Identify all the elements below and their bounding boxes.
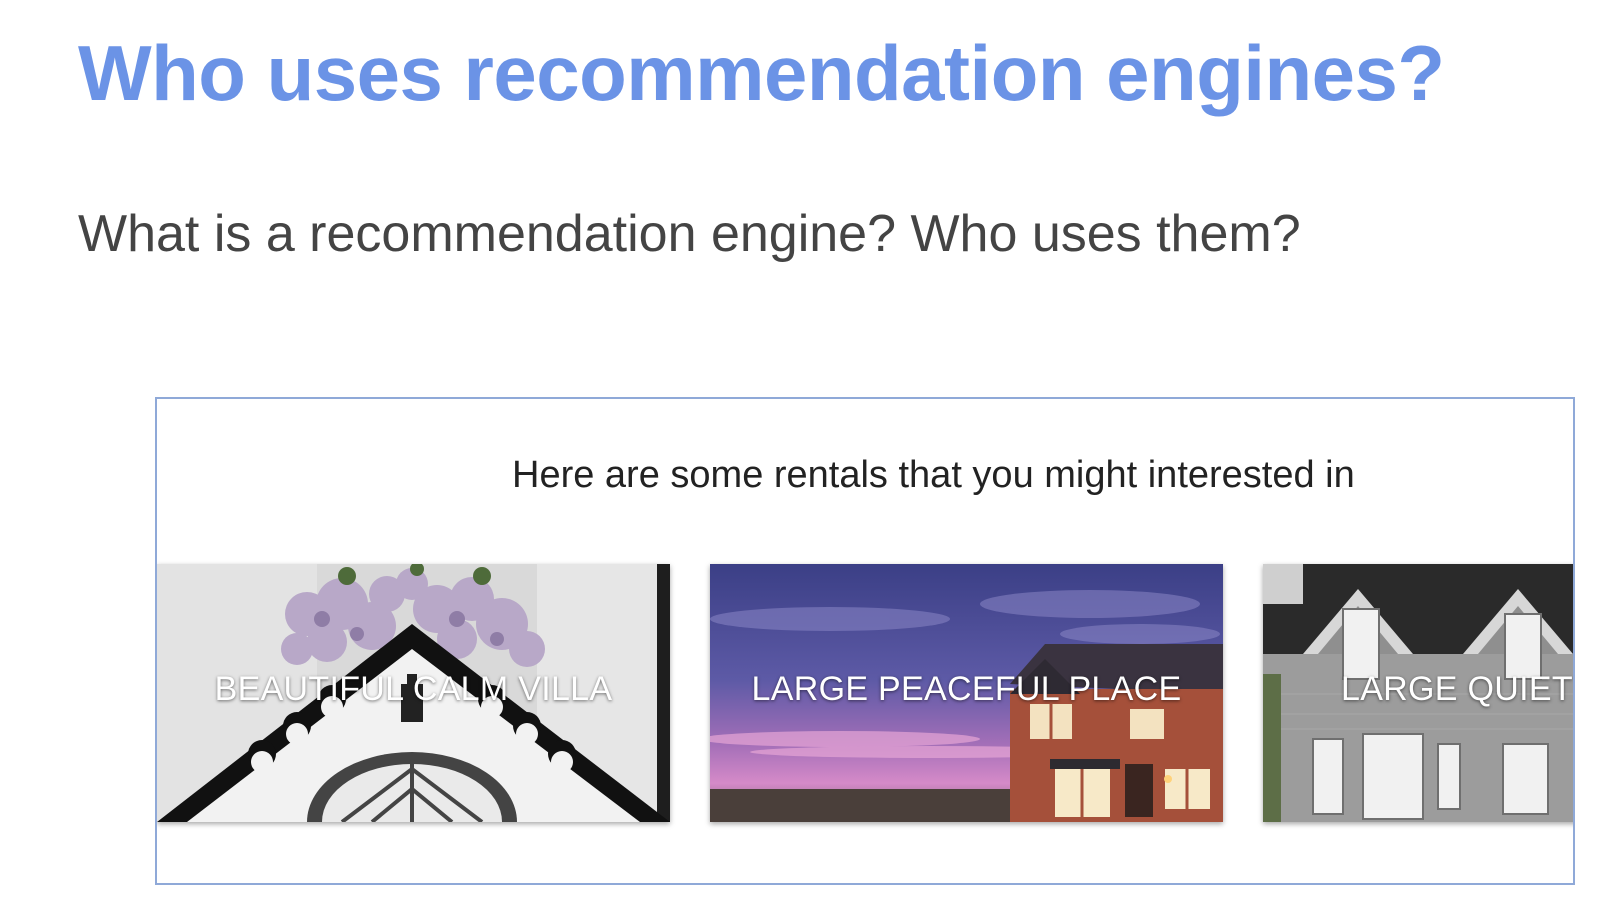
slide-subtitle: What is a recommendation engine? Who use… xyxy=(78,205,1301,263)
rental-card-label: LARGE PEACEFUL PLACE xyxy=(751,670,1182,708)
rental-card-label: BEAUTIFUL CALM VILLA xyxy=(214,670,613,708)
rental-card-large-quiet[interactable]: LARGE QUIET xyxy=(1263,564,1573,822)
rentals-recommendation-panel: Here are some rentals that you might int… xyxy=(155,397,1575,885)
rental-card-peaceful-place[interactable]: LARGE PEACEFUL PLACE xyxy=(710,564,1223,822)
rentals-heading: Here are some rentals that you might int… xyxy=(512,454,1355,496)
rental-card-villa[interactable]: BEAUTIFUL CALM VILLA xyxy=(157,564,670,822)
rental-card-label: LARGE QUIET xyxy=(1341,670,1573,708)
slide-title: Who uses recommendation engines? xyxy=(78,29,1445,117)
